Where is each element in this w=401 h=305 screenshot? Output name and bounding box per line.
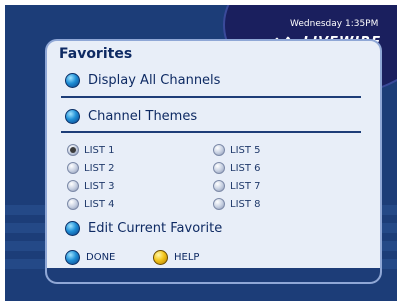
- yellow-ball-icon: [153, 250, 168, 265]
- menu-item-label: Display All Channels: [88, 73, 221, 88]
- list-option-7[interactable]: LIST 7: [213, 180, 261, 192]
- radio-icon: [213, 198, 225, 210]
- list-option-3[interactable]: LIST 3: [67, 180, 115, 192]
- list-label: LIST 8: [230, 198, 261, 210]
- list-label: LIST 7: [230, 180, 261, 192]
- menu-item-label: Edit Current Favorite: [88, 221, 223, 236]
- blue-ball-icon: [65, 109, 80, 124]
- list-option-8[interactable]: LIST 8: [213, 198, 261, 210]
- list-label: LIST 2: [84, 162, 115, 174]
- help-button[interactable]: HELP: [153, 250, 199, 265]
- footer-strip: [47, 268, 380, 282]
- radio-selected-icon: [67, 144, 79, 156]
- blue-ball-icon: [65, 250, 80, 265]
- blue-ball-icon: [65, 73, 80, 88]
- done-label: DONE: [86, 252, 116, 263]
- footer: DONE HELP: [47, 248, 380, 282]
- favorites-panel: Favorites Display All Channels Channel T…: [45, 39, 382, 284]
- list-option-5[interactable]: LIST 5: [213, 144, 261, 156]
- list-label: LIST 5: [230, 144, 261, 156]
- menu-item-edit-current-favorite[interactable]: Edit Current Favorite: [65, 221, 222, 236]
- radio-icon: [213, 144, 225, 156]
- list-option-4[interactable]: LIST 4: [67, 198, 115, 210]
- done-button[interactable]: DONE: [65, 250, 115, 265]
- list-option-2[interactable]: LIST 2: [67, 162, 115, 174]
- radio-icon: [67, 198, 79, 210]
- blue-ball-icon: [65, 221, 80, 236]
- menu-item-channel-themes[interactable]: Channel Themes: [65, 109, 197, 124]
- list-label: LIST 4: [84, 198, 115, 210]
- list-label: LIST 3: [84, 180, 115, 192]
- radio-icon: [67, 162, 79, 174]
- list-label: LIST 6: [230, 162, 261, 174]
- radio-icon: [213, 180, 225, 192]
- tv-screen: Wednesday 1:35PM LIVEWIRE Favorites Disp…: [5, 5, 397, 301]
- list-option-6[interactable]: LIST 6: [213, 162, 261, 174]
- panel-title: Favorites: [59, 46, 133, 62]
- menu-item-display-all-channels[interactable]: Display All Channels: [65, 73, 220, 88]
- radio-icon: [213, 162, 225, 174]
- list-label: LIST 1: [84, 144, 115, 156]
- list-option-1[interactable]: LIST 1: [67, 144, 115, 156]
- divider: [61, 131, 361, 133]
- menu-item-label: Channel Themes: [88, 109, 198, 124]
- radio-icon: [67, 180, 79, 192]
- help-label: HELP: [174, 252, 200, 263]
- date-time: Wednesday 1:35PM: [290, 19, 379, 29]
- divider: [61, 96, 361, 98]
